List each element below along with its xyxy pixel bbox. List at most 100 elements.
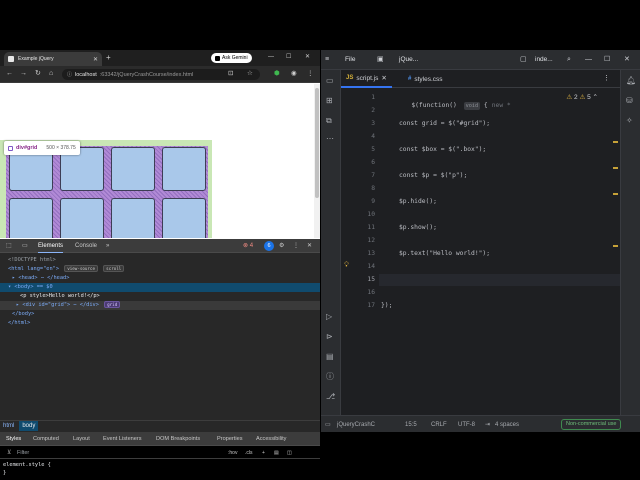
services-icon[interactable]: ⊳	[326, 332, 333, 342]
subtab-dom-breakpoints[interactable]: DOM Breakpoints	[156, 435, 200, 443]
database-icon[interactable]: ⛁	[626, 96, 633, 106]
file-selector[interactable]: inde...	[535, 56, 553, 64]
git-icon[interactable]: ⎇	[326, 392, 335, 402]
tab-console[interactable]: Console	[75, 242, 97, 250]
ai-assistant-icon[interactable]: ✧	[626, 116, 633, 126]
structure-icon[interactable]: ⧉	[326, 116, 332, 126]
dom-node[interactable]: <html lang="en"> view-source scroll	[0, 265, 320, 274]
plugins-icon[interactable]: ⊞	[326, 96, 333, 106]
inspection-widget[interactable]: ⚠ 2 ⚠ 5 ⌃	[566, 93, 598, 101]
forward-icon[interactable]: →	[20, 70, 27, 78]
device-toolbar-icon[interactable]: ▭	[22, 242, 28, 250]
dom-node-selected[interactable]: ▾ <body> == $0	[0, 283, 320, 292]
page-scrollbar-thumb[interactable]	[315, 88, 319, 198]
new-rule-button[interactable]: +	[262, 450, 265, 456]
search-icon[interactable]: ⌕	[567, 55, 571, 64]
install-app-icon[interactable]: ⊡	[228, 70, 233, 78]
back-icon[interactable]: ←	[6, 70, 13, 78]
subtab-computed[interactable]: Computed	[33, 435, 59, 443]
class-toggle[interactable]: .cls	[245, 450, 253, 456]
styles-filter-input[interactable]	[17, 449, 167, 457]
minimize-icon[interactable]: —	[268, 53, 274, 61]
site-info-icon[interactable]: ⓘ	[67, 71, 72, 78]
menu-kebab-icon[interactable]: ⋮	[307, 70, 314, 78]
warning-stripe[interactable]	[613, 141, 618, 143]
dom-node[interactable]: </body>	[0, 310, 320, 319]
warning-stripe[interactable]	[613, 193, 618, 195]
reload-icon[interactable]: ↻	[35, 70, 41, 78]
file-encoding[interactable]: UTF-8	[458, 421, 475, 429]
dom-badge[interactable]: scroll	[103, 265, 125, 272]
dom-badge[interactable]: grid	[104, 301, 121, 308]
menu-file[interactable]: File	[345, 56, 355, 64]
warning-stripe[interactable]	[613, 167, 618, 169]
devtools-menu-icon[interactable]: ⋮	[293, 242, 299, 250]
dom-node[interactable]: <p style>Hello world!</p>	[0, 292, 320, 301]
new-tab-button[interactable]: +	[106, 53, 111, 63]
main-menu-icon[interactable]: ≡	[325, 55, 329, 64]
indent-setting[interactable]: 4 spaces	[495, 421, 519, 429]
style-rule-open[interactable]: element.style {	[3, 461, 51, 469]
page-scrollbar[interactable]	[314, 84, 320, 238]
subtab-properties[interactable]: Properties	[217, 435, 243, 443]
page-favicon-icon	[8, 56, 14, 62]
tab-elements[interactable]: Elements	[38, 242, 64, 253]
extension-icon[interactable]: ⬢	[274, 70, 280, 78]
project-nav-icon[interactable]: ▭	[325, 421, 331, 429]
line-separator[interactable]: CRLF	[431, 421, 447, 429]
browser-tab[interactable]: Example jQuery ✕	[4, 52, 102, 66]
close-tab-icon[interactable]: ✕	[381, 74, 386, 82]
profile-icon[interactable]: ◉	[291, 70, 297, 78]
expand-up-icon[interactable]: ⌃	[593, 94, 598, 101]
home-icon[interactable]: ⌂	[49, 70, 53, 78]
notifications-icon[interactable]: 🔔︎	[626, 76, 636, 86]
tab-script-js[interactable]: JS script.js ✕	[341, 70, 392, 88]
cursor-position[interactable]: 15:5	[405, 421, 417, 429]
grid-box	[162, 147, 206, 191]
warning-stripe[interactable]	[613, 245, 618, 247]
project-selector[interactable]: jQue...	[399, 56, 418, 64]
breadcrumb-body[interactable]: body	[19, 421, 39, 431]
lightbulb-icon[interactable]: 💡︎	[344, 262, 349, 270]
settings-gear-icon[interactable]: ⚙	[279, 242, 284, 250]
sidebar-toggle-icon[interactable]: ◫	[287, 450, 292, 456]
computed-toggle-icon[interactable]: ▤	[274, 450, 279, 456]
more-tabs-icon[interactable]: »	[106, 242, 109, 250]
run-icon[interactable]: ▷	[326, 312, 332, 322]
close-window-icon[interactable]: ✕	[624, 55, 630, 64]
close-tab-icon[interactable]: ✕	[93, 56, 98, 63]
subtab-styles[interactable]: Styles	[6, 435, 21, 443]
dom-node-text: <html lang="en">	[8, 266, 60, 272]
inspect-element-icon[interactable]: ⬚	[6, 242, 12, 250]
issues-badge[interactable]: 6	[264, 241, 274, 251]
maximize-icon[interactable]: ☐	[286, 53, 291, 61]
license-badge[interactable]: Non-commercial use	[561, 419, 622, 430]
dom-badge[interactable]: view-source	[64, 265, 98, 272]
dom-node[interactable]: ▸ <div id="grid"> ⋯ </div> grid	[0, 301, 320, 310]
editor-tabs: JS script.js ✕ # styles.css ⋮	[341, 70, 620, 88]
code-editor[interactable]: ⚠ 2 ⚠ 5 ⌃ $(function() void {new * const…	[379, 89, 620, 415]
hover-state-toggle[interactable]: :hov	[228, 450, 237, 456]
subtab-layout[interactable]: Layout	[73, 435, 90, 443]
more-tools-icon[interactable]: ⋯	[326, 134, 334, 144]
terminal-icon[interactable]: ▤	[326, 352, 334, 362]
close-devtools-icon[interactable]: ✕	[307, 242, 312, 250]
ask-gemini-button[interactable]: Ask Gemini	[211, 53, 252, 63]
subtab-accessibility[interactable]: Accessibility	[256, 435, 286, 443]
minimize-icon[interactable]: —	[585, 55, 592, 64]
subtab-event-listeners[interactable]: Event Listeners	[103, 435, 142, 443]
project-folder-icon[interactable]: ▭	[326, 76, 334, 86]
tab-options-icon[interactable]: ⋮	[603, 74, 610, 83]
dom-node[interactable]: ▸ <head> ⋯ </head>	[0, 274, 320, 283]
status-breadcrumb[interactable]: jQueryCrashC	[337, 421, 375, 429]
dom-node[interactable]: </html>	[0, 319, 320, 328]
problems-icon[interactable]: ⓘ	[326, 372, 334, 382]
maximize-icon[interactable]: ☐	[604, 55, 610, 64]
dom-node-text: ▸ <head> ⋯ </head>	[12, 275, 70, 281]
bookmark-star-icon[interactable]: ☆	[247, 70, 253, 78]
error-count[interactable]: ⊗ 4	[243, 242, 253, 250]
breadcrumb-html[interactable]: html	[0, 421, 17, 431]
tab-styles-css[interactable]: # styles.css	[403, 70, 448, 88]
dom-node[interactable]: <!DOCTYPE html>	[0, 256, 320, 265]
close-window-icon[interactable]: ✕	[305, 53, 310, 61]
